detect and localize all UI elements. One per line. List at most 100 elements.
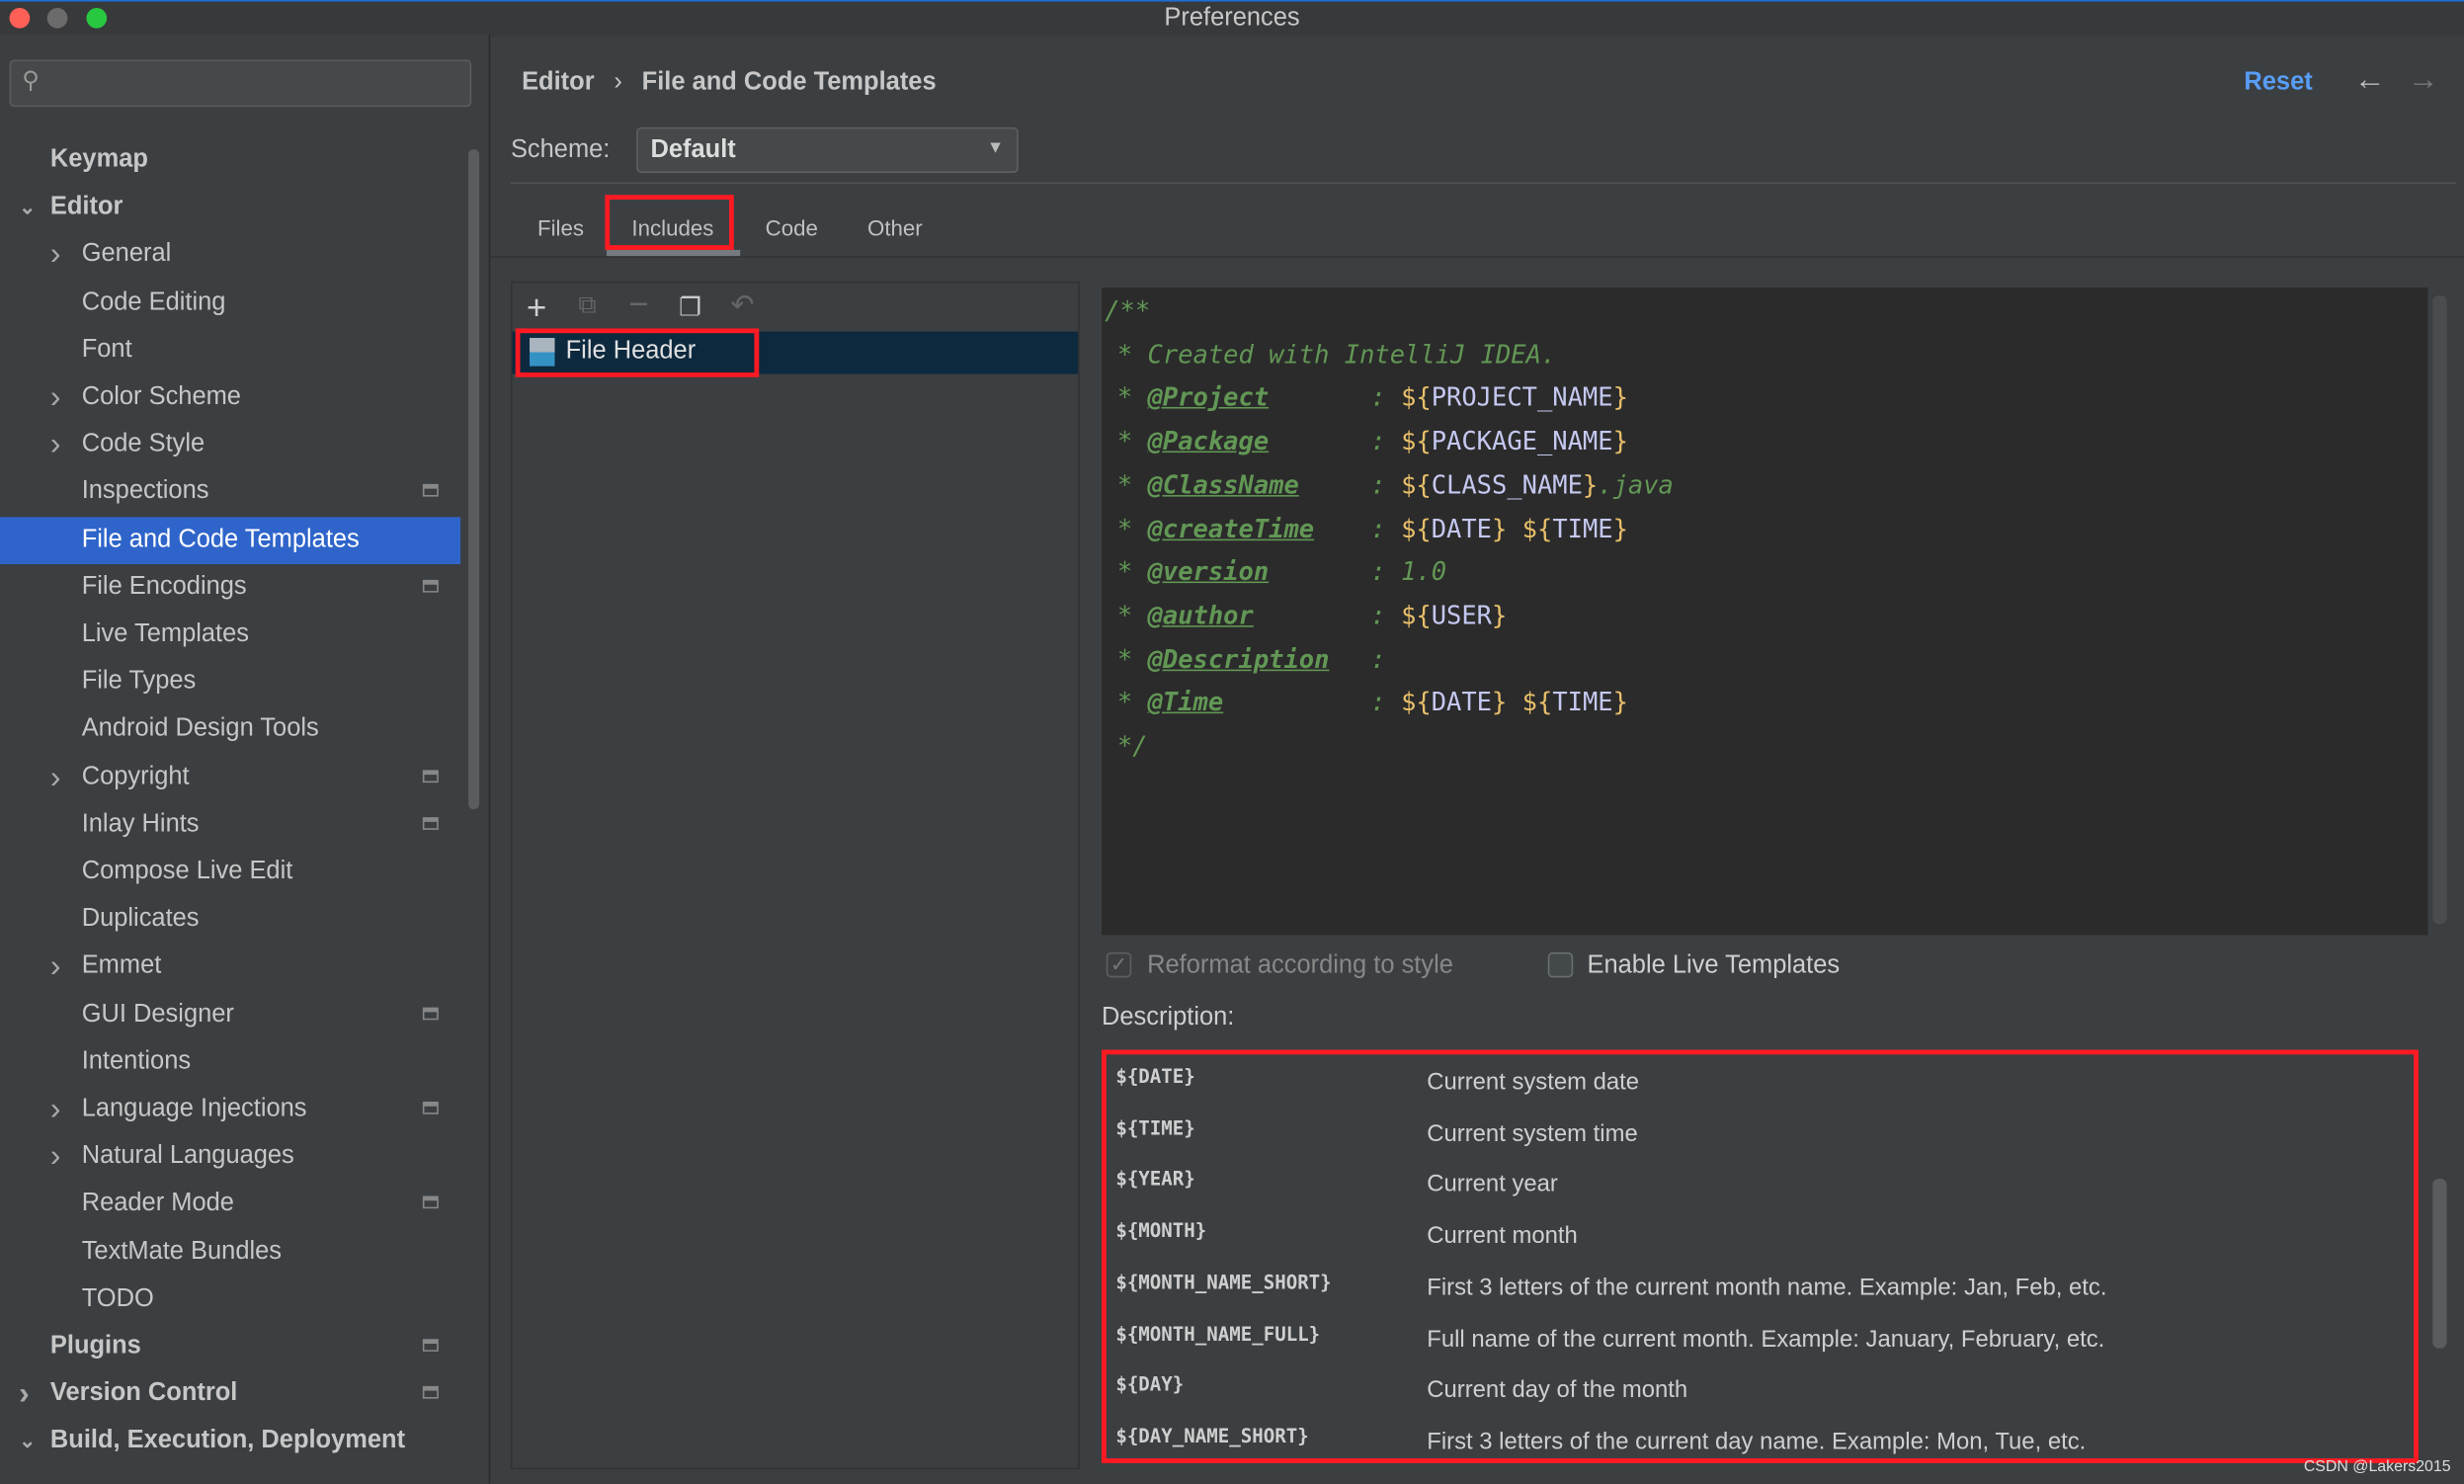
sidebar-item-label: Android Design Tools bbox=[81, 715, 319, 743]
chevron-down-icon[interactable]: ⌄ bbox=[19, 184, 36, 231]
code-token: } bbox=[1492, 600, 1508, 630]
sidebar-scrollbar[interactable] bbox=[467, 149, 480, 810]
sidebar-item-label: Live Templates bbox=[81, 620, 250, 648]
divider bbox=[510, 182, 2457, 185]
search-input[interactable]: ⚲ bbox=[9, 59, 472, 108]
code-token: ${ bbox=[1401, 469, 1432, 500]
copy-icon[interactable]: ❐ bbox=[679, 292, 701, 324]
code-token: .java bbox=[1598, 469, 1674, 500]
sidebar-item-file-and-code-templates[interactable]: File and Code Templates bbox=[0, 516, 461, 564]
project-settings-icon bbox=[422, 579, 439, 593]
chevron-right-icon[interactable]: › bbox=[50, 374, 61, 422]
sidebar-item-todo[interactable]: TODO bbox=[0, 1276, 460, 1323]
sidebar-item-code-style[interactable]: › Code Style bbox=[0, 422, 460, 469]
chevron-down-icon[interactable]: ⌄ bbox=[19, 1418, 36, 1465]
reformat-checkbox[interactable]: ✓ bbox=[1106, 951, 1132, 978]
project-settings-icon bbox=[422, 1339, 439, 1352]
sidebar-item-inlay-hints[interactable]: Inlay Hints bbox=[0, 801, 460, 849]
reset-button[interactable]: Reset bbox=[2244, 69, 2312, 98]
code-token: ${ bbox=[1401, 687, 1432, 717]
tab-code[interactable]: Code bbox=[766, 215, 818, 240]
enable-live-templates-checkbox[interactable] bbox=[1547, 951, 1574, 978]
undo-icon[interactable]: ↶ bbox=[731, 289, 755, 322]
code-line: * @Package: ${PACKAGE_NAME} bbox=[1116, 426, 1628, 456]
code-line: * @version: 1.0 bbox=[1116, 556, 1447, 587]
sidebar-item-live-templates[interactable]: Live Templates bbox=[0, 612, 460, 659]
code-line: * @author: ${USER} bbox=[1116, 600, 1508, 630]
sidebar-item-textmate-bundles[interactable]: TextMate Bundles bbox=[0, 1228, 460, 1276]
code-token: CLASS_NAME bbox=[1431, 469, 1583, 500]
sidebar-item-font[interactable]: Font bbox=[0, 327, 460, 374]
chevron-right-icon[interactable]: › bbox=[50, 422, 61, 469]
sidebar-item-code-editing[interactable]: Code Editing bbox=[0, 279, 460, 326]
sidebar-item-label: Intentions bbox=[81, 1047, 192, 1075]
scheme-dropdown[interactable]: Default ▼ bbox=[636, 126, 1019, 173]
sidebar-item-file-encodings[interactable]: File Encodings bbox=[0, 564, 460, 612]
tab-files[interactable]: Files bbox=[537, 215, 584, 240]
forward-arrow-icon[interactable]: → bbox=[2408, 63, 2439, 100]
sidebar-item-editor[interactable]: ⌄ Editor bbox=[0, 184, 460, 231]
sidebar-item-keymap[interactable]: Keymap bbox=[0, 136, 460, 184]
sidebar: ⚲ Keymap ⌄ Editor › General Code Editing Font ›… bbox=[0, 34, 491, 1484]
sidebar-item-intentions[interactable]: Intentions bbox=[0, 1038, 460, 1086]
sidebar-item-file-types[interactable]: File Types bbox=[0, 659, 460, 706]
sidebar-item-plugins[interactable]: Plugins bbox=[0, 1323, 460, 1370]
divider bbox=[488, 256, 2464, 258]
sidebar-item-label: Code Editing bbox=[81, 289, 226, 316]
add-icon[interactable]: + bbox=[527, 288, 546, 328]
sidebar-item-copyright[interactable]: › Copyright bbox=[0, 754, 460, 801]
code-token: PROJECT_NAME bbox=[1431, 382, 1613, 413]
add-child-icon[interactable]: ⧉ bbox=[578, 292, 596, 321]
template-code-editor[interactable]: /** * Created with IntelliJ IDEA. * @Proje… bbox=[1102, 288, 2428, 936]
chevron-right-icon[interactable]: › bbox=[50, 231, 61, 279]
code-token: } bbox=[1612, 426, 1628, 456]
doc-tag: @author bbox=[1147, 600, 1254, 630]
sidebar-item-reader-mode[interactable]: Reader Mode bbox=[0, 1181, 460, 1228]
sidebar-item-language-injections[interactable]: › Language Injections bbox=[0, 1086, 460, 1133]
sidebar-item-label: File and Code Templates bbox=[81, 526, 360, 553]
sidebar-item-android-design-tools[interactable]: Android Design Tools bbox=[0, 706, 460, 754]
doc-tag: @Description bbox=[1147, 643, 1330, 674]
chevron-right-icon[interactable]: › bbox=[50, 1086, 61, 1133]
code-token: DATE bbox=[1431, 687, 1493, 717]
chevron-right-icon[interactable]: › bbox=[50, 754, 61, 801]
breadcrumb-editor[interactable]: Editor bbox=[522, 69, 595, 96]
sidebar-item-inspections[interactable]: Inspections bbox=[0, 469, 460, 517]
sidebar-item-general[interactable]: › General bbox=[0, 231, 460, 279]
sidebar-item-label: Copyright bbox=[81, 763, 190, 790]
sidebar-item-natural-languages[interactable]: › Natural Languages bbox=[0, 1133, 460, 1181]
sidebar-item-color-scheme[interactable]: › Color Scheme bbox=[0, 374, 460, 422]
scheme-value: Default bbox=[650, 136, 736, 164]
project-settings-icon bbox=[422, 1196, 439, 1209]
description-scrollbar[interactable] bbox=[2432, 1178, 2447, 1349]
sidebar-item-label: Compose Live Edit bbox=[81, 858, 293, 885]
editor-scrollbar[interactable] bbox=[2432, 295, 2447, 925]
sidebar-item-duplicates[interactable]: Duplicates bbox=[0, 896, 460, 944]
sidebar-item-gui-designer[interactable]: GUI Designer bbox=[0, 991, 460, 1038]
sidebar-item-label: Keymap bbox=[49, 145, 148, 173]
chevron-right-icon[interactable]: › bbox=[19, 1370, 30, 1418]
chevron-right-icon[interactable]: › bbox=[50, 944, 61, 991]
back-arrow-icon[interactable]: ← bbox=[2354, 63, 2386, 100]
tab-other[interactable]: Other bbox=[867, 215, 923, 240]
sidebar-item-label: TextMate Bundles bbox=[81, 1237, 283, 1265]
code-line: */ bbox=[1116, 730, 1148, 761]
sidebar-item-build-execution-deployment[interactable]: ⌄ Build, Execution, Deployment bbox=[0, 1418, 460, 1465]
sidebar-item-version-control[interactable]: › Version Control bbox=[0, 1370, 460, 1418]
sidebar-item-compose-live-edit[interactable]: Compose Live Edit bbox=[0, 849, 460, 896]
chevron-right-icon[interactable]: › bbox=[50, 1133, 61, 1181]
code-line: * @Description: bbox=[1116, 643, 1402, 674]
enable-live-templates-label: Enable Live Templates bbox=[1587, 951, 1841, 979]
sidebar-item-label: Code Style bbox=[81, 431, 205, 458]
doc-tag: @Project bbox=[1147, 382, 1270, 413]
code-token: TIME bbox=[1552, 687, 1613, 717]
breadcrumb: Editor › File and Code Templates bbox=[522, 69, 937, 98]
code-line: * @createTime: ${DATE} ${TIME} bbox=[1116, 513, 1628, 543]
scheme-label: Scheme: bbox=[510, 136, 611, 164]
code-token: DATE bbox=[1431, 513, 1493, 543]
remove-icon[interactable]: − bbox=[628, 285, 648, 325]
sidebar-item-emmet[interactable]: › Emmet bbox=[0, 944, 460, 991]
sidebar-item-label: Build, Execution, Deployment bbox=[49, 1427, 406, 1454]
